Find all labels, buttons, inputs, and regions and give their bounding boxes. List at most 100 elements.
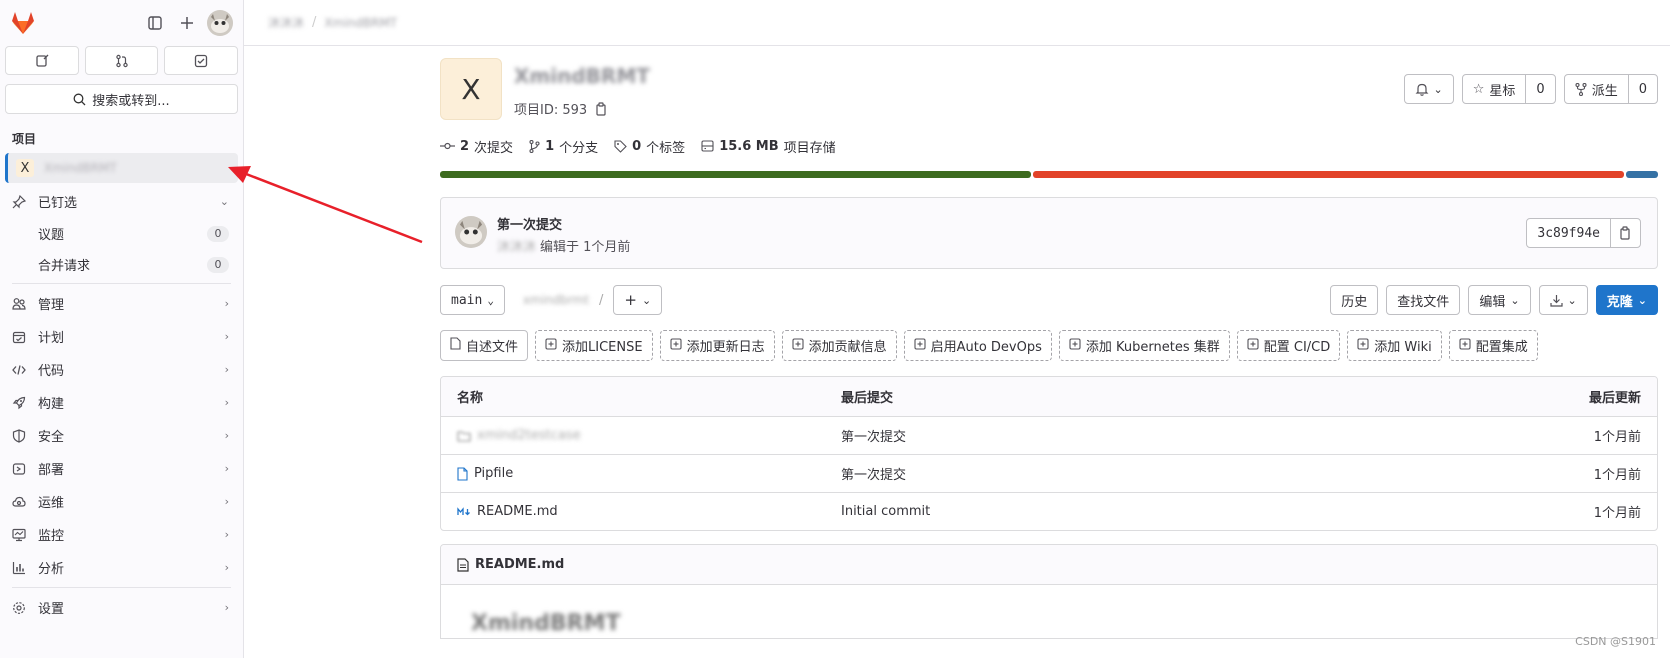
sidebar-item-analyze[interactable]: 分析 ›	[0, 551, 243, 584]
sidebar-item-label: 合并请求	[38, 259, 91, 274]
quick-action-label: 添加 Kubernetes 集群	[1085, 340, 1220, 355]
quick-action-button[interactable]: 启用Auto DevOps	[903, 330, 1052, 361]
quick-action-button[interactable]: 配置 CI/CD	[1236, 330, 1341, 361]
breadcrumb-group[interactable]: 沐沐沐	[268, 14, 304, 31]
quick-action-button[interactable]: 自述文件	[440, 330, 529, 361]
quick-action-button[interactable]: 添加LICENSE	[535, 330, 653, 361]
search-icon	[73, 93, 86, 105]
file-last-commit[interactable]: 第一次提交	[841, 426, 1517, 445]
issues-tab[interactable]	[5, 46, 79, 75]
file-last-commit[interactable]: Initial commit	[841, 504, 1517, 519]
commit-sha[interactable]: 3c89f94e	[1527, 219, 1610, 247]
issues-icon	[36, 54, 49, 67]
file-last-commit[interactable]: 第一次提交	[841, 464, 1517, 483]
find-file-button[interactable]: 查找文件	[1386, 285, 1461, 315]
sidebar-item-deploy[interactable]: 部署 ›	[0, 452, 243, 485]
history-button[interactable]: 历史	[1330, 285, 1379, 315]
monitor-icon	[12, 528, 30, 542]
repository-path[interactable]: xmindbrmt	[523, 293, 589, 307]
edit-label: 编辑	[1479, 294, 1506, 310]
gitlab-logo-icon[interactable]	[10, 10, 36, 36]
copy-icon	[1620, 226, 1630, 240]
code-icon	[12, 363, 30, 377]
project-letter-avatar: X	[16, 159, 34, 177]
search-button[interactable]: 搜索或转到...	[5, 84, 238, 114]
storage-stat[interactable]: 15.6 MB 项目存储	[701, 137, 836, 156]
readme-filename[interactable]: README.md	[475, 557, 564, 572]
fork-button[interactable]: 派生	[1565, 75, 1628, 103]
user-avatar[interactable]	[207, 10, 233, 36]
chevron-right-icon: ›	[224, 462, 229, 475]
download-dropdown[interactable]: ⌄	[1538, 285, 1588, 315]
tags-stat[interactable]: 0 个标签	[614, 137, 685, 156]
collapse-sidebar-icon[interactable]	[141, 9, 169, 37]
toolbar-left: main ⌄ xmindbrmt / + ⌄	[440, 285, 1330, 315]
branches-stat[interactable]: 1 个分支	[529, 137, 598, 156]
file-name[interactable]: Pipfile	[474, 466, 513, 481]
language-bar-segment[interactable]	[440, 171, 1031, 178]
create-new-icon[interactable]	[173, 9, 201, 37]
chevron-down-icon: ⌄	[219, 195, 229, 208]
file-name[interactable]: README.md	[477, 504, 558, 519]
chevron-right-icon: ›	[224, 561, 229, 574]
sidebar-item-label: 分析	[38, 562, 65, 577]
watermark: CSDN @S1901	[1575, 635, 1656, 648]
language-bar-segment[interactable]	[1032, 171, 1624, 178]
sidebar-item-security[interactable]: 安全 ›	[0, 419, 243, 452]
sidebar-item-build[interactable]: 构建 ›	[0, 386, 243, 419]
sidebar-item-label: 安全	[38, 430, 65, 445]
language-bar-segment[interactable]	[1625, 171, 1658, 178]
add-to-tree-dropdown[interactable]: + ⌄	[613, 285, 663, 315]
project-stats: 2 次提交 1 个分支 0 个标签 15.6 MB 项目存储	[440, 130, 1658, 162]
sidebar-item-manage[interactable]: 管理 ›	[0, 287, 243, 320]
tags-count: 0	[632, 138, 642, 154]
chevron-down-icon: ⌄	[1510, 293, 1520, 307]
sidebar-item-issues[interactable]: 议题 0	[0, 218, 243, 249]
fork-label: 派生	[1591, 83, 1618, 99]
sidebar-item-operate[interactable]: 运维 ›	[0, 485, 243, 518]
notification-dropdown[interactable]: ⌄	[1403, 74, 1454, 104]
sidebar-item-code[interactable]: 代码 ›	[0, 353, 243, 386]
clone-dropdown[interactable]: 克隆 ⌄	[1595, 285, 1658, 315]
pinned-label: 已钉选	[38, 196, 78, 211]
edit-dropdown[interactable]: 编辑 ⌄	[1468, 285, 1531, 315]
sidebar-pinned-toggle[interactable]: 已钉选 ⌄	[0, 185, 243, 218]
chevron-right-icon: ›	[224, 495, 229, 508]
table-row[interactable]: README.md Initial commit 1个月前	[441, 492, 1657, 530]
copy-icon[interactable]	[595, 101, 608, 116]
file-name[interactable]: xmind2testcase	[477, 428, 581, 443]
sidebar-item-label: 代码	[38, 364, 65, 379]
merge-requests-tab[interactable]	[84, 46, 159, 75]
commit-author-name[interactable]: 沐沐沐	[497, 236, 536, 255]
sidebar-item-merge-requests[interactable]: 合并请求 0	[0, 249, 243, 280]
repository-language-bar[interactable]	[440, 171, 1658, 178]
table-row[interactable]: Pipfile 第一次提交 1个月前	[441, 454, 1657, 492]
sidebar-current-project[interactable]: X XmindBRMT	[5, 153, 238, 183]
fork-icon	[1575, 82, 1587, 96]
commit-title-link[interactable]: 第一次提交	[497, 214, 562, 233]
quick-action-button[interactable]: 添加贡献信息	[781, 330, 897, 361]
star-label: 星标	[1489, 83, 1516, 99]
quick-action-button[interactable]: 添加 Kubernetes 集群	[1058, 330, 1230, 361]
star-button[interactable]: ☆ 星标	[1463, 75, 1526, 103]
branch-selector[interactable]: main ⌄	[440, 285, 505, 315]
copy-sha-button[interactable]	[1610, 219, 1640, 247]
sidebar-item-label: 部署	[38, 463, 65, 478]
table-row[interactable]: xmind2testcase 第一次提交 1个月前	[441, 416, 1657, 454]
sidebar-item-plan[interactable]: 计划 ›	[0, 320, 243, 353]
star-count[interactable]: 0	[1525, 75, 1554, 103]
sidebar-item-monitor[interactable]: 监控 ›	[0, 518, 243, 551]
fork-count[interactable]: 0	[1627, 75, 1657, 103]
quick-action-label: 配置 CI/CD	[1263, 340, 1331, 355]
cloud-gear-icon	[12, 495, 30, 509]
breadcrumb-project[interactable]: XmindBRMT	[324, 16, 397, 30]
quick-action-button[interactable]: 添加更新日志	[659, 330, 775, 361]
quick-action-button[interactable]: 配置集成	[1448, 330, 1538, 361]
plus-square-icon	[1247, 337, 1259, 354]
commit-author-avatar[interactable]	[455, 216, 487, 248]
commits-stat[interactable]: 2 次提交	[440, 137, 513, 156]
quick-action-button[interactable]: 添加 Wiki	[1347, 330, 1442, 361]
quick-action-buttons: 自述文件 添加LICENSE 添加更新日志 添加贡献信息 启用Auto DevOps 添加…	[440, 330, 1658, 361]
sidebar-item-settings[interactable]: 设置 ›	[0, 591, 243, 624]
todos-tab[interactable]	[164, 46, 239, 75]
